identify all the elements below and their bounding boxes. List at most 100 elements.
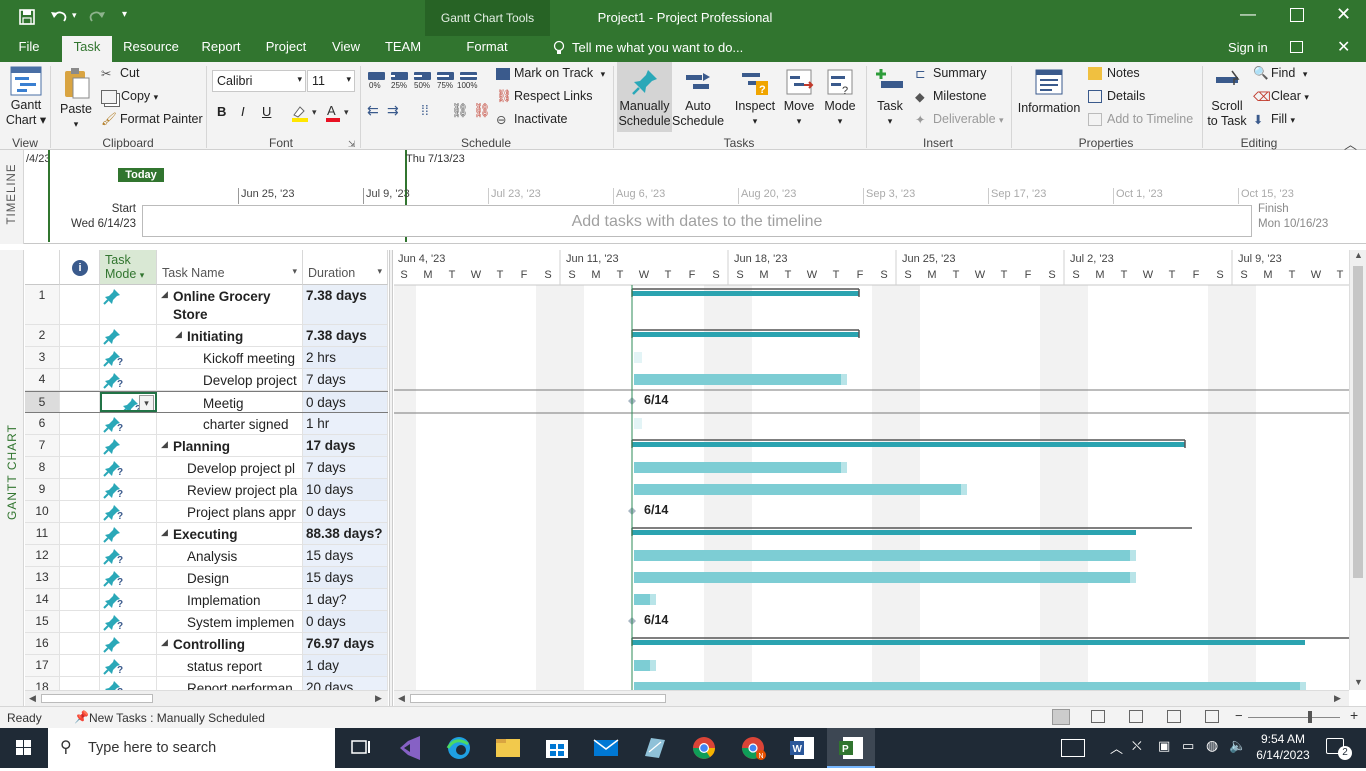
indicator-cell[interactable] xyxy=(60,457,100,478)
duration-cell[interactable]: 15 days xyxy=(303,567,388,588)
row-id[interactable]: 6 xyxy=(25,413,60,434)
ribbon-display-options-icon[interactable] xyxy=(1290,41,1303,53)
indicator-cell[interactable] xyxy=(60,413,100,434)
task-name-cell[interactable]: ◢ Controlling xyxy=(157,633,303,654)
windows-start-icon[interactable] xyxy=(0,728,48,768)
task-bar[interactable] xyxy=(634,462,847,473)
battery-icon[interactable]: ▭ xyxy=(1182,738,1194,754)
details-button[interactable]: Details xyxy=(1088,89,1145,104)
tab-view[interactable]: View xyxy=(324,36,368,62)
row-id[interactable]: 12 xyxy=(25,545,60,566)
pct-75-button[interactable]: 75% xyxy=(437,81,453,90)
inspect-button[interactable]: ? Inspect ▾ xyxy=(733,62,777,132)
timeline-pane[interactable]: TIMELINE /4/23 Today Thu 7/13/23 Jun 25,… xyxy=(0,150,1366,244)
close-document-button[interactable]: ✕ xyxy=(1337,37,1350,57)
indicator-cell[interactable] xyxy=(60,285,100,324)
row-id[interactable]: 10 xyxy=(25,501,60,522)
collapse-triangle-icon[interactable]: ◢ xyxy=(161,637,168,648)
tab-project[interactable]: Project xyxy=(258,36,314,62)
format-painter-button[interactable]: 🖌 Format Painter xyxy=(101,112,203,127)
task-mode-cell[interactable] xyxy=(100,633,157,654)
task-name-cell[interactable]: System implemen xyxy=(157,611,303,632)
split-task-icon[interactable]: ⁞⁞ xyxy=(421,102,429,118)
tab-team[interactable]: TEAM xyxy=(378,36,428,62)
task-mode-cell[interactable] xyxy=(100,325,157,346)
milestone-button[interactable]: ◆ Milestone xyxy=(915,89,987,104)
task-mode-cell[interactable]: ? xyxy=(100,413,157,434)
task-mode-cell[interactable]: ? xyxy=(100,655,157,676)
duration-cell[interactable]: 17 days xyxy=(303,435,388,456)
find-button[interactable]: 🔍 Find ▾ xyxy=(1253,66,1307,81)
volume-muted-icon[interactable]: 🔈 xyxy=(1229,737,1246,754)
italic-button[interactable]: I xyxy=(241,104,245,119)
task-mode-cell[interactable]: ? xyxy=(100,369,157,390)
collapse-triangle-icon[interactable]: ◢ xyxy=(161,289,168,300)
gantt-chart-button[interactable]: Gantt Chart ▾ xyxy=(4,66,48,134)
pct-0-button[interactable]: 0% xyxy=(369,81,381,90)
undo-dropdown-icon[interactable]: ▾ xyxy=(72,10,77,21)
paste-button[interactable]: Paste ▾ xyxy=(56,66,96,134)
task-mode-cell[interactable]: ? xyxy=(100,567,157,588)
indicator-cell[interactable] xyxy=(60,589,100,610)
edge-icon[interactable] xyxy=(435,728,483,768)
link-tasks-icon[interactable]: ⛓ xyxy=(451,102,469,119)
manually-schedule-button[interactable]: Manually Schedule xyxy=(617,62,672,132)
resource-sheet-view-icon[interactable] xyxy=(1167,710,1181,723)
indicator-cell[interactable] xyxy=(60,392,100,412)
duration-cell[interactable]: 76.97 days xyxy=(303,633,388,654)
minimize-button[interactable]: — xyxy=(1240,6,1256,24)
team-planner-view-icon[interactable] xyxy=(1129,710,1143,723)
close-button[interactable]: ✕ xyxy=(1336,4,1351,25)
duration-cell[interactable]: 20 days xyxy=(303,677,388,690)
task-mode-cell[interactable]: ?▾ xyxy=(100,392,157,412)
duration-cell[interactable]: 7.38 days xyxy=(303,325,388,346)
table-row[interactable]: 6? charter signed 1 hr xyxy=(25,413,388,435)
duration-cell[interactable]: 0 days xyxy=(303,392,388,412)
task-name-cell[interactable]: ◢ Online Grocery Store xyxy=(157,285,303,324)
duration-cell[interactable]: 7 days xyxy=(303,369,388,390)
indicators-header[interactable]: i xyxy=(60,250,100,285)
task-bar[interactable] xyxy=(634,550,1136,561)
row-id[interactable]: 8 xyxy=(25,457,60,478)
inactivate-button[interactable]: ⊖ Inactivate xyxy=(496,112,568,127)
word-icon[interactable]: W xyxy=(778,728,826,768)
duration-cell[interactable]: 88.38 days? xyxy=(303,523,388,544)
indicator-cell[interactable] xyxy=(60,479,100,500)
chart-horizontal-scroll-thumb[interactable] xyxy=(410,694,666,703)
tell-me-input[interactable]: Tell me what you want to do... xyxy=(572,40,743,55)
undo-icon[interactable] xyxy=(48,7,70,25)
font-dialog-launcher-icon[interactable]: ⇲ xyxy=(348,139,356,150)
duration-cell[interactable]: 7 days xyxy=(303,457,388,478)
zoom-out-icon[interactable]: − xyxy=(1235,708,1243,723)
duration-cell[interactable]: 15 days xyxy=(303,545,388,566)
duration-cell[interactable]: 1 day xyxy=(303,655,388,676)
tab-format[interactable]: Format xyxy=(454,36,520,62)
row-header-corner[interactable] xyxy=(25,250,60,285)
tab-report[interactable]: Report xyxy=(194,36,248,62)
vertical-scrollbar[interactable]: ▲ ▼ xyxy=(1349,250,1366,690)
pct-25-button[interactable]: 25% xyxy=(391,81,407,90)
timeline-bar[interactable]: Add tasks with dates to the timeline xyxy=(142,205,1252,237)
indicator-cell[interactable] xyxy=(60,347,100,368)
customize-qat-icon[interactable]: ▾ xyxy=(122,9,127,20)
indicator-cell[interactable] xyxy=(60,567,100,588)
collapse-triangle-icon[interactable]: ◢ xyxy=(161,439,168,450)
task-name-cell[interactable]: status report xyxy=(157,655,303,676)
vertical-scroll-thumb[interactable] xyxy=(1353,266,1363,578)
chart-horizontal-scrollbar[interactable]: ◀ ▶ xyxy=(394,690,1349,706)
row-id[interactable]: 18 xyxy=(25,677,60,690)
task-bar[interactable] xyxy=(634,682,1306,690)
table-row[interactable]: 13? Design 15 days xyxy=(25,567,388,589)
summary-bar[interactable] xyxy=(632,332,859,337)
task-name-cell[interactable]: Design xyxy=(157,567,303,588)
duration-cell[interactable]: 1 day? xyxy=(303,589,388,610)
collapse-triangle-icon[interactable]: ◢ xyxy=(175,329,182,340)
task-bar[interactable] xyxy=(634,418,642,429)
task-name-cell[interactable]: Report performan xyxy=(157,677,303,690)
row-id[interactable]: 7 xyxy=(25,435,60,456)
task-mode-cell[interactable]: ? xyxy=(100,545,157,566)
indicator-cell[interactable] xyxy=(60,523,100,544)
duration-cell[interactable]: 0 days xyxy=(303,501,388,522)
font-size-select[interactable]: 11 ▾ xyxy=(307,70,355,92)
row-id[interactable]: 13 xyxy=(25,567,60,588)
